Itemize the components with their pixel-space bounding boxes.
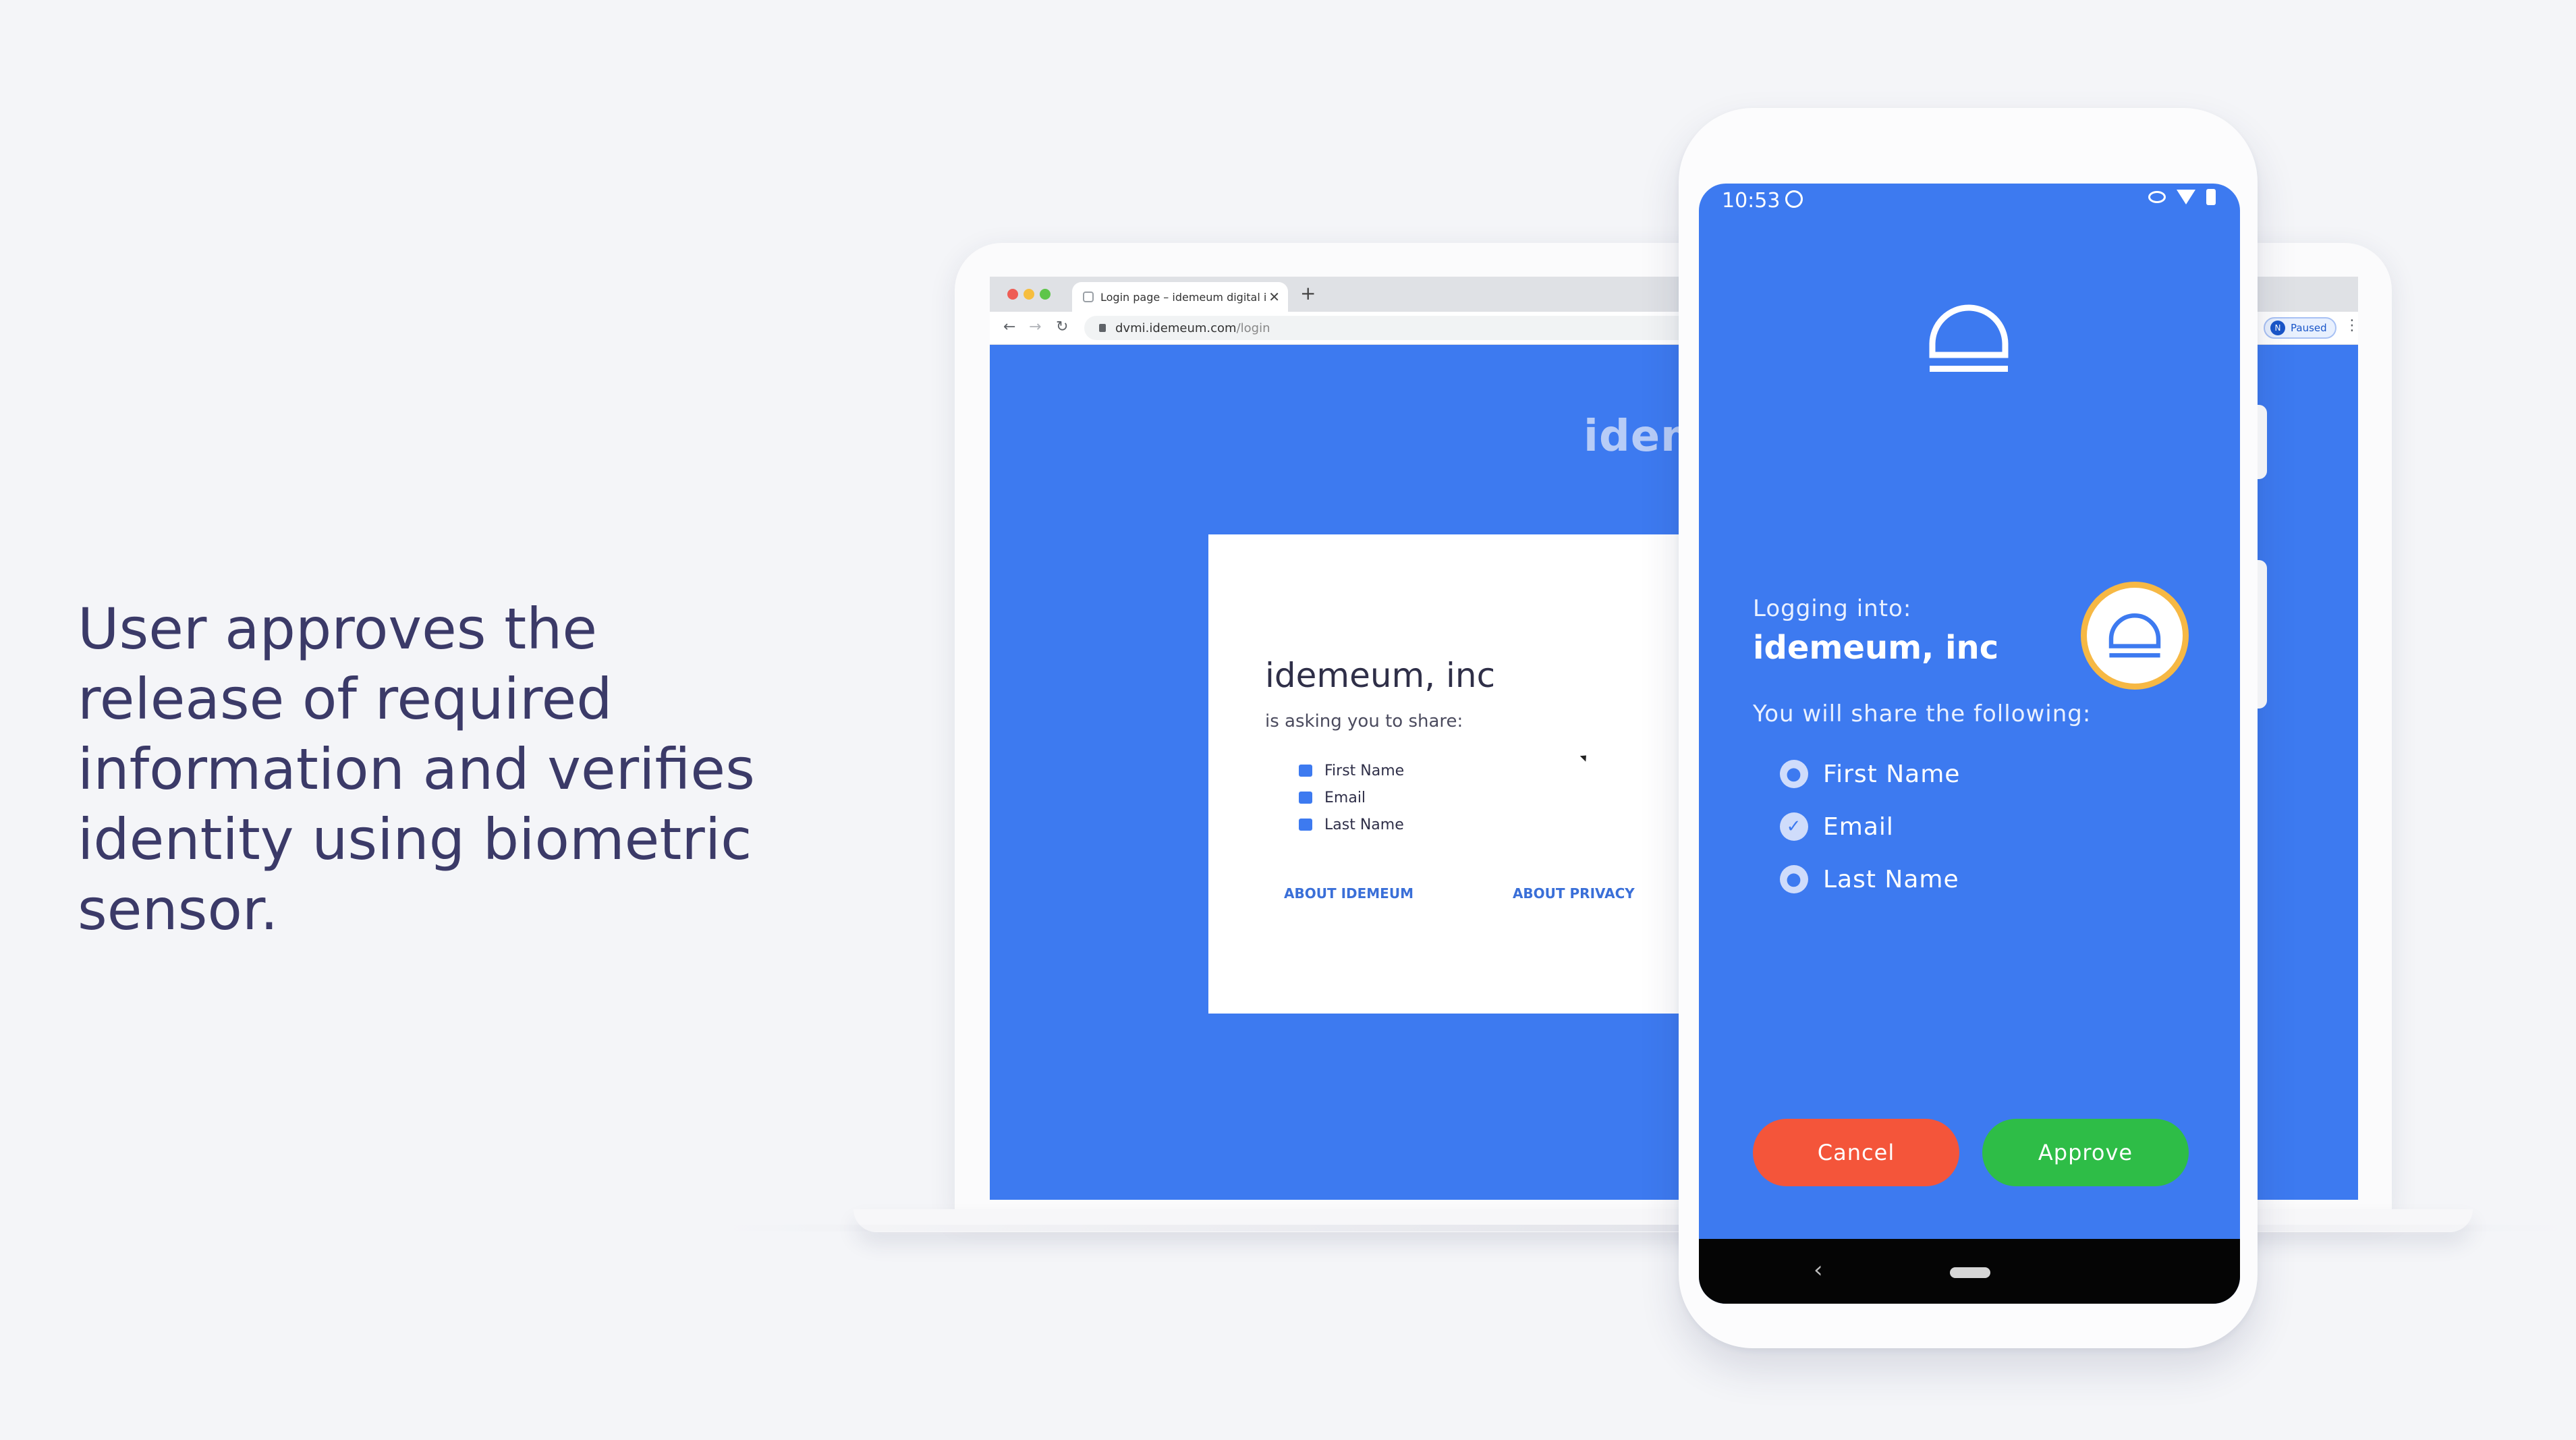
envelope-icon [1299,792,1312,804]
battery-icon [2206,189,2216,205]
nav-back-icon[interactable]: ‹ [1814,1256,1823,1283]
check-icon: ✓ [1780,812,1808,841]
lock-icon [1099,324,1106,332]
phone-side-button [2258,560,2267,709]
web-share-subtitle: is asking you to share: [1265,711,1463,731]
browser-tab[interactable]: Login page – idemeum digital i ✕ [1072,282,1288,312]
web-share-list: First Name Email Last Name [1299,757,1404,838]
login-company-name: idemeum, inc [1753,629,1999,667]
idemeum-logo-icon [2108,613,2161,658]
logging-into-label: Logging into: [1753,595,1912,622]
notification-icon [1785,190,1803,208]
url-host: dvmi.idemeum.com [1115,321,1237,335]
approve-button[interactable]: Approve [1982,1119,2189,1186]
status-icons [2148,189,2216,205]
headline-line: information and verifies [78,736,755,802]
list-item[interactable]: ✓ Email [1780,800,1960,853]
mouse-cursor-icon [1579,752,1590,762]
list-item[interactable]: ● Last Name [1780,853,1960,906]
list-item-label: Email [1324,789,1366,806]
list-item[interactable]: ● First Name [1780,748,1960,800]
person-icon: ● [1780,865,1808,893]
web-company-title: idemeum, inc [1265,656,1496,695]
list-item-label: First Name [1324,762,1405,779]
list-item-label: Email [1823,812,1894,841]
list-item: Last Name [1299,811,1404,838]
id-card-icon [1299,765,1312,777]
wifi-icon [2177,190,2195,204]
laptop-shadow [715,1225,2576,1231]
status-time: 10:53 [1722,189,1781,213]
person-icon: ● [1780,760,1808,788]
list-item-label: Last Name [1324,816,1404,833]
url-path: /login [1236,321,1270,335]
phone-screen: 10:53 Logging into: idemeum, inc You wil… [1699,184,2240,1304]
about-privacy-link[interactable]: ABOUT PRIVACY [1513,885,1635,902]
list-item: First Name [1299,757,1404,784]
phone-side-button [2258,405,2267,479]
window-minimize-dot[interactable] [1024,289,1034,300]
headline-line: release of required [78,666,613,732]
reload-icon[interactable]: ↻ [1056,319,1068,335]
back-arrow-icon[interactable]: ← [1003,319,1015,335]
list-item-label: First Name [1823,760,1961,788]
headline-line: identity using biometric [78,806,752,873]
favicon-icon [1083,292,1094,302]
headline-line: sensor. [78,877,279,943]
new-tab-icon[interactable]: + [1300,282,1316,304]
forward-arrow-icon[interactable]: → [1029,319,1041,335]
cancel-button[interactable]: Cancel [1753,1119,1959,1186]
eye-icon [2148,191,2166,203]
avatar: N [2270,321,2285,335]
share-following-label: You will share the following: [1753,700,2092,727]
headline-line: User approves the [78,596,598,662]
profile-paused-button[interactable]: N Paused [2264,317,2336,339]
browser-menu-icon[interactable]: ⋮ [2345,317,2358,334]
list-item: Email [1299,784,1404,811]
tab-title: Login page – idemeum digital i [1100,290,1267,304]
status-bar: 10:53 [1699,184,2240,217]
company-badge [2081,582,2189,690]
nav-home-pill[interactable] [1950,1267,1990,1278]
list-item-label: Last Name [1823,865,1959,893]
window-close-dot[interactable] [1007,289,1018,300]
id-card-icon [1299,819,1312,831]
about-idemeum-link[interactable]: ABOUT IDEMEUM [1284,885,1413,902]
tab-close-icon[interactable]: ✕ [1268,289,1280,305]
android-nav-bar: ‹ [1699,1239,2240,1304]
web-footer-links: ABOUT IDEMEUM ABOUT PRIVACY [1284,885,1729,902]
idemeum-logo-icon [1929,304,2009,372]
share-attribute-list: ● First Name ✓ Email ● Last Name [1780,748,1960,906]
profile-status: Paused [2291,322,2327,334]
slide-headline: User approves the release of required in… [78,594,853,945]
window-maximize-dot[interactable] [1040,289,1051,300]
